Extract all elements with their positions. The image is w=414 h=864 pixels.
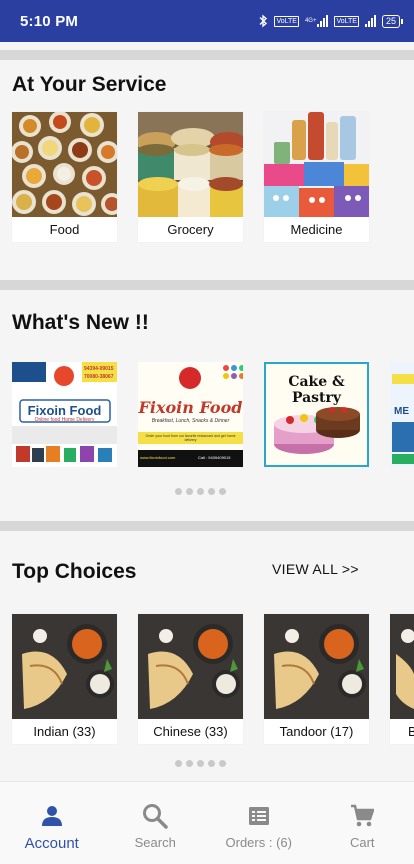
whats-new-pager[interactable]	[175, 488, 226, 495]
banner-3-title: Cake & Pastry	[288, 374, 345, 406]
nav-account[interactable]: Account	[0, 782, 104, 864]
banner-1-subtitle: Online food Home Delivery	[34, 417, 95, 423]
orders-icon	[248, 802, 270, 830]
promo-banner-2[interactable]: Fixoin Food Breakfast, Lunch, Snacks & D…	[138, 362, 243, 467]
tandoor-thumbnail	[264, 614, 369, 719]
section-divider	[0, 280, 414, 290]
banner-4-title: ME	[394, 406, 409, 417]
service-card-label: Grocery	[138, 217, 243, 242]
choice-card-label: Indian (33)	[12, 719, 117, 744]
grocery-thumbnail	[138, 112, 243, 217]
service-card-food[interactable]: Food	[12, 112, 117, 242]
promo-banner-1[interactable]: Fixoin Food Online food Home Delivery 94…	[12, 362, 117, 467]
pager-dot[interactable]	[208, 760, 215, 767]
status-bar: 5:10 PM VoLTE 4G+ VoLTE 25	[0, 0, 414, 42]
network-type-label: 4G+	[304, 17, 317, 24]
banner-2-title: Fixoin Food	[138, 398, 243, 417]
status-icons: VoLTE 4G+ VoLTE 25	[258, 14, 404, 28]
nav-orders-label: Orders : (6)	[225, 835, 292, 850]
top-choices-pager[interactable]	[175, 760, 226, 767]
pager-dot[interactable]	[197, 760, 204, 767]
nav-orders[interactable]: Orders : (6)	[207, 782, 311, 864]
whats-new-section-title: What's New !!	[12, 311, 149, 334]
banner-1-phone-a: 94394-09015	[84, 366, 114, 372]
nav-cart[interactable]: Cart	[311, 782, 414, 864]
pager-dot[interactable]	[219, 488, 226, 495]
choice-card-label: Tandoor (17)	[264, 719, 369, 744]
pager-dot[interactable]	[175, 760, 182, 767]
chinese-thumbnail	[138, 614, 243, 719]
volte-icon: VoLTE	[274, 15, 299, 27]
choice-card-label: Chinese (33)	[138, 719, 243, 744]
search-icon	[142, 802, 168, 830]
section-divider	[0, 50, 414, 60]
view-all-link[interactable]: VIEW ALL >>	[272, 561, 359, 577]
choice-card-tandoor[interactable]: Tandoor (17)	[264, 614, 369, 744]
pager-dot[interactable]	[186, 488, 193, 495]
pager-dot[interactable]	[208, 488, 215, 495]
top-choices-section-title: Top Choices	[12, 560, 137, 583]
nav-search[interactable]: Search	[104, 782, 208, 864]
nav-account-label: Account	[24, 835, 79, 852]
choice-card-label: B	[390, 719, 414, 744]
nav-cart-label: Cart	[349, 835, 375, 850]
volte-icon-2: VoLTE	[334, 15, 359, 27]
service-section-title: At Your Service	[12, 73, 167, 96]
signal-icon	[364, 15, 376, 27]
account-icon	[41, 802, 63, 830]
partial-thumbnail	[390, 614, 414, 719]
choice-card-indian[interactable]: Indian (33)	[12, 614, 117, 744]
service-card-grocery[interactable]: Grocery	[138, 112, 243, 242]
battery-icon: 25	[381, 14, 404, 28]
choice-card-chinese[interactable]: Chinese (33)	[138, 614, 243, 744]
banner-1-phone-b: 70080-38067	[84, 374, 114, 380]
pager-dot[interactable]	[186, 760, 193, 767]
service-card-medicine[interactable]: Medicine	[264, 112, 369, 242]
app-screen: 5:10 PM VoLTE 4G+ VoLTE 25 At Your Servi…	[0, 0, 414, 864]
pager-dot[interactable]	[197, 488, 204, 495]
food-thumbnail	[12, 112, 117, 217]
promo-banner-3[interactable]: Cake & Pastry	[264, 362, 369, 467]
section-divider	[0, 521, 414, 531]
medicine-thumbnail	[264, 112, 369, 217]
cart-icon	[350, 802, 375, 830]
banner-2-tagline: Order your food from our favorite restau…	[145, 434, 236, 442]
service-card-label: Food	[12, 217, 117, 242]
banner-2-url: www.fixoinfood.com	[140, 455, 176, 460]
pager-dot[interactable]	[219, 760, 226, 767]
service-card-label: Medicine	[264, 217, 369, 242]
banner-1-title: Fixoin Food	[27, 403, 102, 418]
bluetooth-icon	[258, 14, 268, 28]
indian-thumbnail	[12, 614, 117, 719]
status-time: 5:10 PM	[20, 12, 79, 30]
signal-4g-icon: 4G+	[305, 15, 329, 27]
nav-search-label: Search	[134, 835, 176, 850]
pager-dot[interactable]	[175, 488, 182, 495]
choice-card-partial[interactable]: B	[390, 614, 414, 744]
bottom-navigation: Account Search Orders : (6) Cart	[0, 781, 414, 864]
banner-2-subtitle: Breakfast, Lunch, Snacks & Dinner	[151, 418, 230, 424]
banner-2-phone: Call : 9439409015	[198, 455, 231, 460]
promo-banner-4[interactable]: ME	[390, 362, 414, 467]
